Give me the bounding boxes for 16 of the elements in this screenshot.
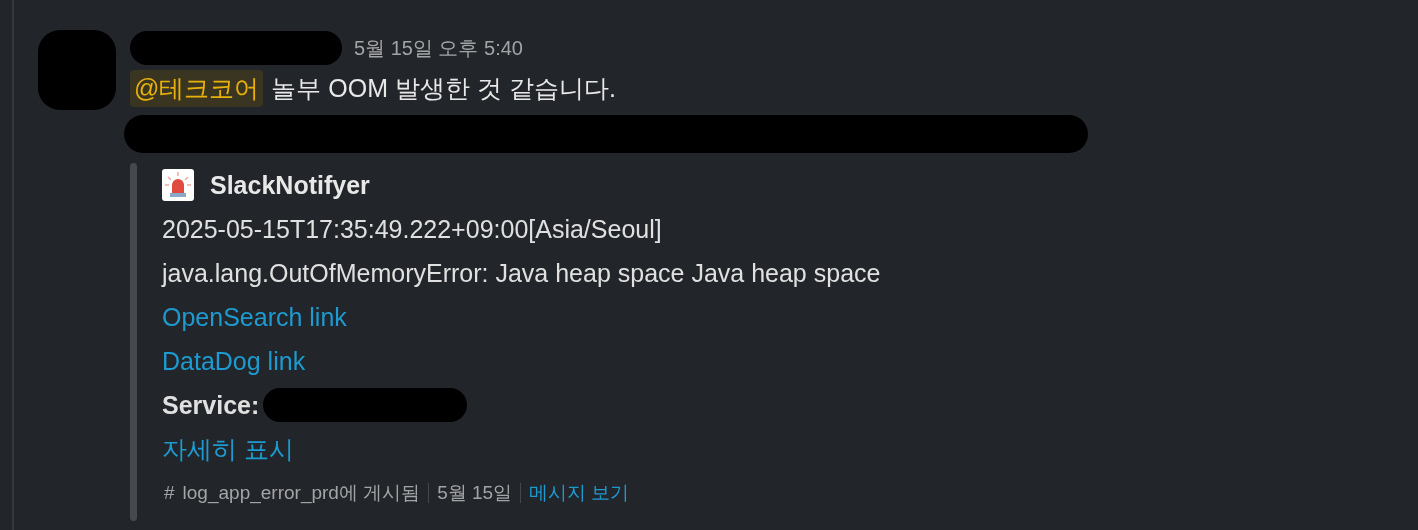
avatar[interactable] xyxy=(38,30,116,110)
attachment-link[interactable]: DataDog link xyxy=(162,346,306,376)
message-timestamp[interactable]: 5월 15일 오후 5:40 xyxy=(354,34,523,62)
app-name[interactable]: SlackNotifyer xyxy=(210,170,370,200)
view-message-link[interactable]: 메시지 보기 xyxy=(529,480,630,506)
attachment-text: java.lang.OutOfMemoryError: Java heap space Java heap space xyxy=(162,257,881,289)
channel-hash: # xyxy=(164,482,175,504)
message-text: 놀부 OOM 발생한 것 같습니다. xyxy=(271,73,616,104)
attachment-text: 2025-05-15T17:35:49.222+09:00[Asia/Seoul] xyxy=(162,213,663,245)
footer-date: 5월 15일 xyxy=(437,481,513,505)
show-more-link[interactable]: 자세히 표시 xyxy=(162,432,294,466)
channel-posted-text[interactable]: log_app_error_prd에 게시됨 xyxy=(182,480,421,506)
attachment-link[interactable]: OpenSearch link xyxy=(162,302,347,332)
field-label: Service: xyxy=(162,390,260,420)
siren-icon xyxy=(162,169,194,201)
user-mention[interactable]: @테크코어 xyxy=(130,70,264,107)
